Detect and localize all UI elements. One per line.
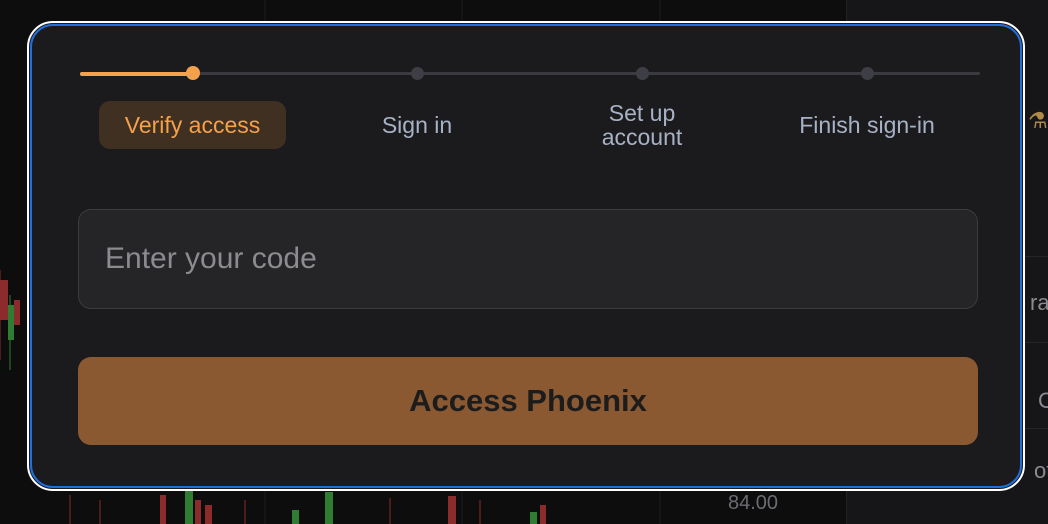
side-text-fragment: C (1038, 388, 1048, 413)
code-input[interactable] (78, 209, 978, 309)
step-finish-sign-in[interactable]: Finish sign-in (774, 101, 960, 149)
step-dot-sign-in (411, 67, 424, 80)
access-modal: Verify access Sign in Set up account Fin… (27, 21, 1025, 491)
step-set-up-account[interactable]: Set up account (580, 101, 704, 149)
access-phoenix-button[interactable]: Access Phoenix (78, 357, 978, 445)
stepper-track (80, 72, 980, 75)
step-verify-access[interactable]: Verify access (99, 101, 286, 149)
stepper-progress (80, 72, 192, 76)
price-label: 84.00 (728, 492, 779, 514)
side-text-fragment: ot (1034, 458, 1048, 483)
step-dot-finish-sign-in (861, 67, 874, 80)
side-text-fragment: ra (1030, 290, 1048, 315)
flask-icon: ⚗ (1028, 108, 1048, 133)
progress-stepper: Verify access Sign in Set up account Fin… (80, 23, 980, 163)
step-sign-in[interactable]: Sign in (324, 101, 510, 149)
step-dot-verify-access (186, 66, 200, 80)
step-dot-set-up-account (636, 67, 649, 80)
